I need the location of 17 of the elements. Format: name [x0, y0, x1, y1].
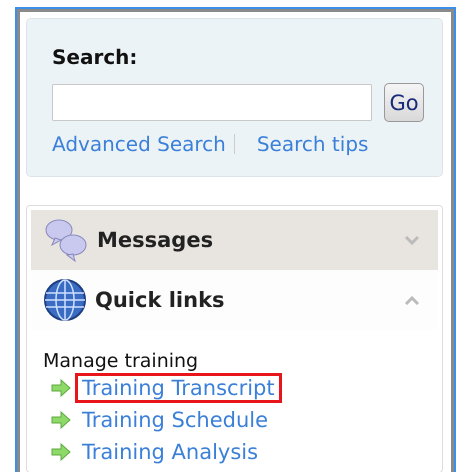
chevron-down-icon[interactable]: [404, 235, 420, 245]
chevron-up-icon[interactable]: [404, 295, 420, 305]
quick-link[interactable]: Training Transcript: [75, 373, 282, 403]
group-label: Manage training: [43, 350, 200, 372]
quick-link[interactable]: Training Schedule: [75, 405, 276, 435]
search-label: Search:: [52, 45, 138, 69]
arrow-icon: [51, 379, 71, 397]
search-field[interactable]: [52, 84, 372, 121]
globe-icon: [43, 278, 87, 322]
search-link[interactable]: Search tips: [256, 132, 368, 156]
speech-bubbles-icon: [43, 218, 89, 262]
search-link[interactable]: Advanced Search: [52, 132, 226, 156]
section-header[interactable]: Messages: [31, 210, 438, 270]
arrow-icon: [51, 411, 71, 429]
quick-link[interactable]: Training Analysis: [75, 437, 266, 467]
arrow-icon: [51, 443, 71, 461]
go-button[interactable]: Go: [384, 83, 424, 122]
